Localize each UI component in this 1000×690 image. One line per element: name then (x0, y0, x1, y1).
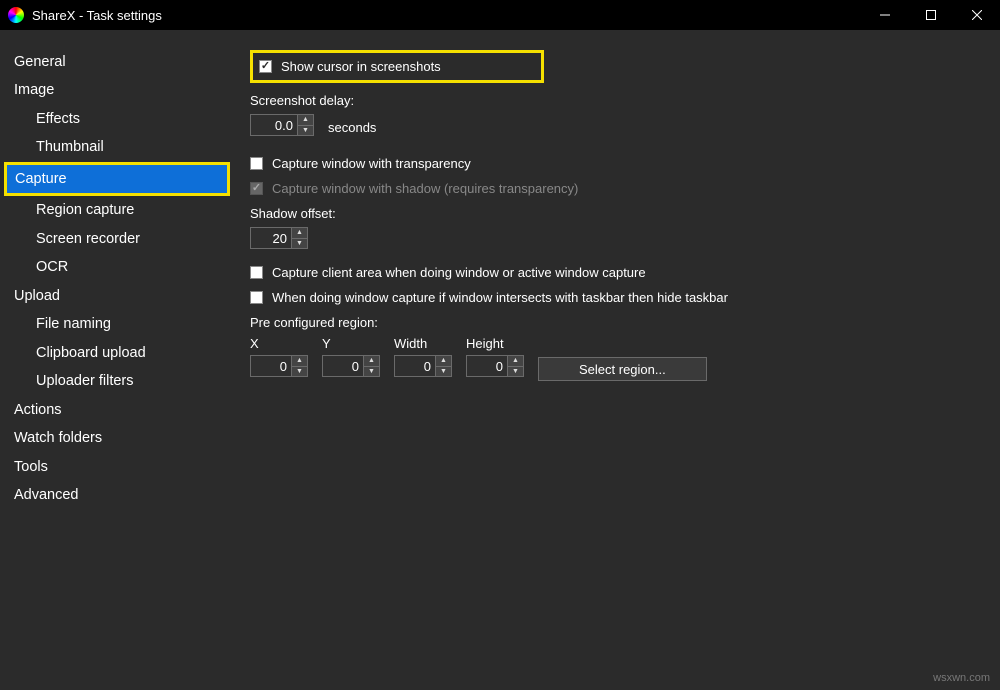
region-height-stepper[interactable]: ▲▼ (466, 355, 524, 377)
minimize-icon (880, 10, 890, 20)
sidebar-item-screen-recorder[interactable]: Screen recorder (0, 225, 232, 253)
region-x-label: X (250, 336, 308, 351)
region-y-input[interactable] (322, 355, 364, 377)
capture-transparency-checkbox[interactable] (250, 157, 263, 170)
shadow-offset-spinner[interactable]: ▲▼ (292, 227, 308, 249)
content-pane: Show cursor in screenshots Screenshot de… (232, 30, 1000, 690)
spinner-up-icon[interactable]: ▲ (508, 356, 523, 367)
close-icon (972, 10, 982, 20)
spinner-up-icon[interactable]: ▲ (292, 228, 307, 239)
sidebar-item-ocr[interactable]: OCR (0, 253, 232, 281)
main-container: General Image Effects Thumbnail Capture … (0, 30, 1000, 690)
close-button[interactable] (954, 0, 1000, 30)
shadow-offset-stepper[interactable]: ▲▼ (250, 227, 308, 249)
capture-client-area-row[interactable]: Capture client area when doing window or… (250, 265, 982, 280)
spinner-down-icon[interactable]: ▼ (292, 367, 307, 377)
select-region-button[interactable]: Select region... (538, 357, 707, 381)
region-x-input[interactable] (250, 355, 292, 377)
sidebar-item-general[interactable]: General (0, 48, 232, 76)
window-title: ShareX - Task settings (32, 8, 862, 23)
sidebar-item-region-capture[interactable]: Region capture (0, 196, 232, 224)
spinner-down-icon[interactable]: ▼ (508, 367, 523, 377)
region-height-input[interactable] (466, 355, 508, 377)
sidebar-item-image[interactable]: Image (0, 76, 232, 104)
sidebar-item-upload[interactable]: Upload (0, 282, 232, 310)
show-cursor-checkbox[interactable] (259, 60, 272, 73)
region-width-spinner[interactable]: ▲▼ (436, 355, 452, 377)
screenshot-delay-unit: seconds (328, 120, 376, 135)
spinner-down-icon[interactable]: ▼ (292, 239, 307, 249)
screenshot-delay-input[interactable] (250, 114, 298, 136)
sidebar-item-advanced[interactable]: Advanced (0, 481, 232, 509)
capture-transparency-label: Capture window with transparency (272, 156, 471, 171)
spinner-down-icon[interactable]: ▼ (436, 367, 451, 377)
sidebar-item-capture-highlight: Capture (4, 162, 230, 196)
titlebar: ShareX - Task settings (0, 0, 1000, 30)
sidebar-item-thumbnail[interactable]: Thumbnail (0, 133, 232, 161)
capture-shadow-label: Capture window with shadow (requires tra… (272, 181, 578, 196)
minimize-button[interactable] (862, 0, 908, 30)
hide-taskbar-label: When doing window capture if window inte… (272, 290, 728, 305)
region-x-spinner[interactable]: ▲▼ (292, 355, 308, 377)
spinner-down-icon[interactable]: ▼ (364, 367, 379, 377)
spinner-up-icon[interactable]: ▲ (364, 356, 379, 367)
region-y-stepper[interactable]: ▲▼ (322, 355, 380, 377)
capture-client-area-label: Capture client area when doing window or… (272, 265, 646, 280)
screenshot-delay-spinner[interactable]: ▲▼ (298, 114, 314, 136)
show-cursor-highlight: Show cursor in screenshots (250, 50, 544, 83)
sidebar-item-effects[interactable]: Effects (0, 105, 232, 133)
hide-taskbar-row[interactable]: When doing window capture if window inte… (250, 290, 982, 305)
sidebar-item-tools[interactable]: Tools (0, 453, 232, 481)
spinner-up-icon[interactable]: ▲ (292, 356, 307, 367)
maximize-button[interactable] (908, 0, 954, 30)
shadow-offset-label: Shadow offset: (250, 206, 982, 221)
capture-client-area-checkbox[interactable] (250, 266, 263, 279)
region-row: X ▲▼ Y ▲▼ Width ▲▼ (250, 336, 982, 381)
sidebar-item-clipboard-upload[interactable]: Clipboard upload (0, 339, 232, 367)
region-width-label: Width (394, 336, 452, 351)
spinner-up-icon[interactable]: ▲ (298, 115, 313, 126)
spinner-down-icon[interactable]: ▼ (298, 126, 313, 136)
shadow-offset-input[interactable] (250, 227, 292, 249)
sidebar: General Image Effects Thumbnail Capture … (0, 30, 232, 690)
show-cursor-row[interactable]: Show cursor in screenshots (259, 59, 441, 74)
region-y-label: Y (322, 336, 380, 351)
sidebar-item-capture[interactable]: Capture (7, 165, 227, 193)
window-controls (862, 0, 1000, 30)
spinner-up-icon[interactable]: ▲ (436, 356, 451, 367)
region-width-input[interactable] (394, 355, 436, 377)
screenshot-delay-label: Screenshot delay: (250, 93, 982, 108)
sidebar-item-uploader-filters[interactable]: Uploader filters (0, 367, 232, 395)
sidebar-item-file-naming[interactable]: File naming (0, 310, 232, 338)
watermark: wsxwn.com (933, 672, 990, 684)
region-x-stepper[interactable]: ▲▼ (250, 355, 308, 377)
screenshot-delay-stepper[interactable]: ▲▼ (250, 114, 314, 136)
app-logo-icon (8, 7, 24, 23)
sidebar-item-actions[interactable]: Actions (0, 396, 232, 424)
sidebar-item-watch-folders[interactable]: Watch folders (0, 424, 232, 452)
capture-shadow-row: Capture window with shadow (requires tra… (250, 181, 982, 196)
capture-transparency-row[interactable]: Capture window with transparency (250, 156, 982, 171)
region-label: Pre configured region: (250, 315, 982, 330)
region-height-label: Height (466, 336, 524, 351)
maximize-icon (926, 10, 936, 20)
capture-shadow-checkbox (250, 182, 263, 195)
hide-taskbar-checkbox[interactable] (250, 291, 263, 304)
show-cursor-label: Show cursor in screenshots (281, 59, 441, 74)
region-width-stepper[interactable]: ▲▼ (394, 355, 452, 377)
region-height-spinner[interactable]: ▲▼ (508, 355, 524, 377)
region-y-spinner[interactable]: ▲▼ (364, 355, 380, 377)
